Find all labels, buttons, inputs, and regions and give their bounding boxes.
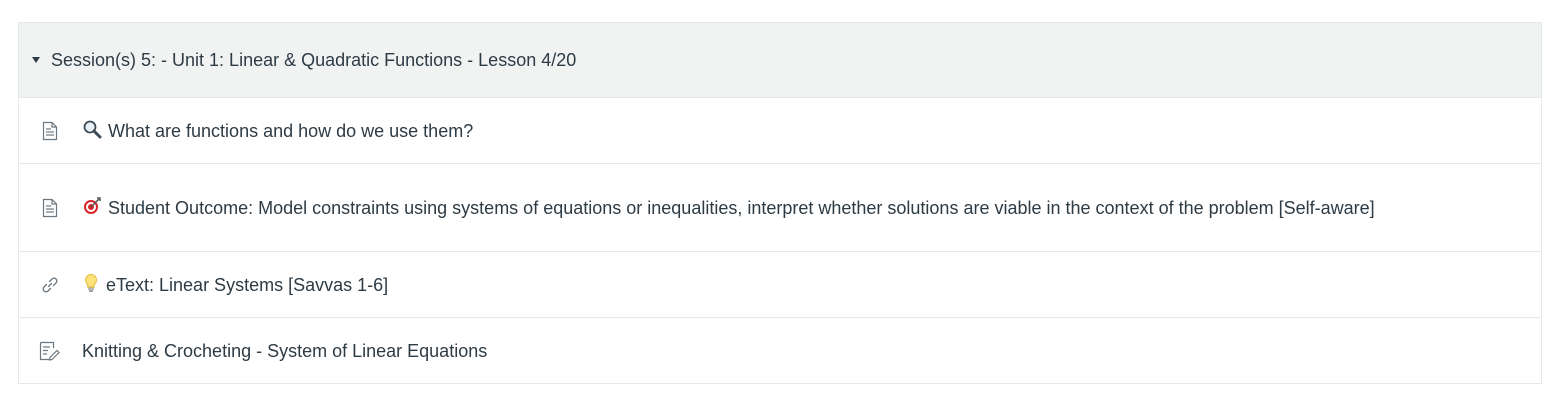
lightbulb-icon: [82, 273, 100, 293]
page-icon: [39, 120, 61, 142]
context-module: Session(s) 5: - Unit 1: Linear & Quadrat…: [18, 22, 1542, 384]
module-item[interactable]: Knitting & Crocheting - System of Linear…: [19, 318, 1541, 383]
module-header[interactable]: Session(s) 5: - Unit 1: Linear & Quadrat…: [19, 23, 1541, 98]
module-item-link[interactable]: What are functions and how do we use the…: [82, 117, 573, 145]
module-item-title: Student Outcome: Model constraints using…: [108, 197, 1375, 218]
module-item-title: What are functions and how do we use the…: [108, 120, 474, 141]
module-item[interactable]: Student Outcome: Model constraints using…: [19, 164, 1541, 252]
module-item-link[interactable]: Student Outcome: Model constraints using…: [82, 194, 1475, 222]
magnifying-glass-icon: [82, 119, 102, 139]
module-title: Session(s) 5: - Unit 1: Linear & Quadrat…: [51, 49, 577, 70]
module-item-title: eText: Linear Systems [Savvas 1-6]: [106, 274, 389, 295]
module-item-link[interactable]: eText: Linear Systems [Savvas 1-6]: [82, 271, 488, 299]
module-item[interactable]: What are functions and how do we use the…: [19, 98, 1541, 164]
module-item[interactable]: eText: Linear Systems [Savvas 1-6]: [19, 252, 1541, 318]
target-icon: [82, 196, 102, 216]
module-item-link[interactable]: Knitting & Crocheting - System of Linear…: [82, 337, 587, 365]
link-icon: [39, 274, 61, 296]
caret-down-icon[interactable]: [31, 55, 41, 65]
page-icon: [39, 197, 61, 219]
module-item-title: Knitting & Crocheting - System of Linear…: [82, 340, 488, 361]
assignment-icon: [39, 340, 61, 362]
